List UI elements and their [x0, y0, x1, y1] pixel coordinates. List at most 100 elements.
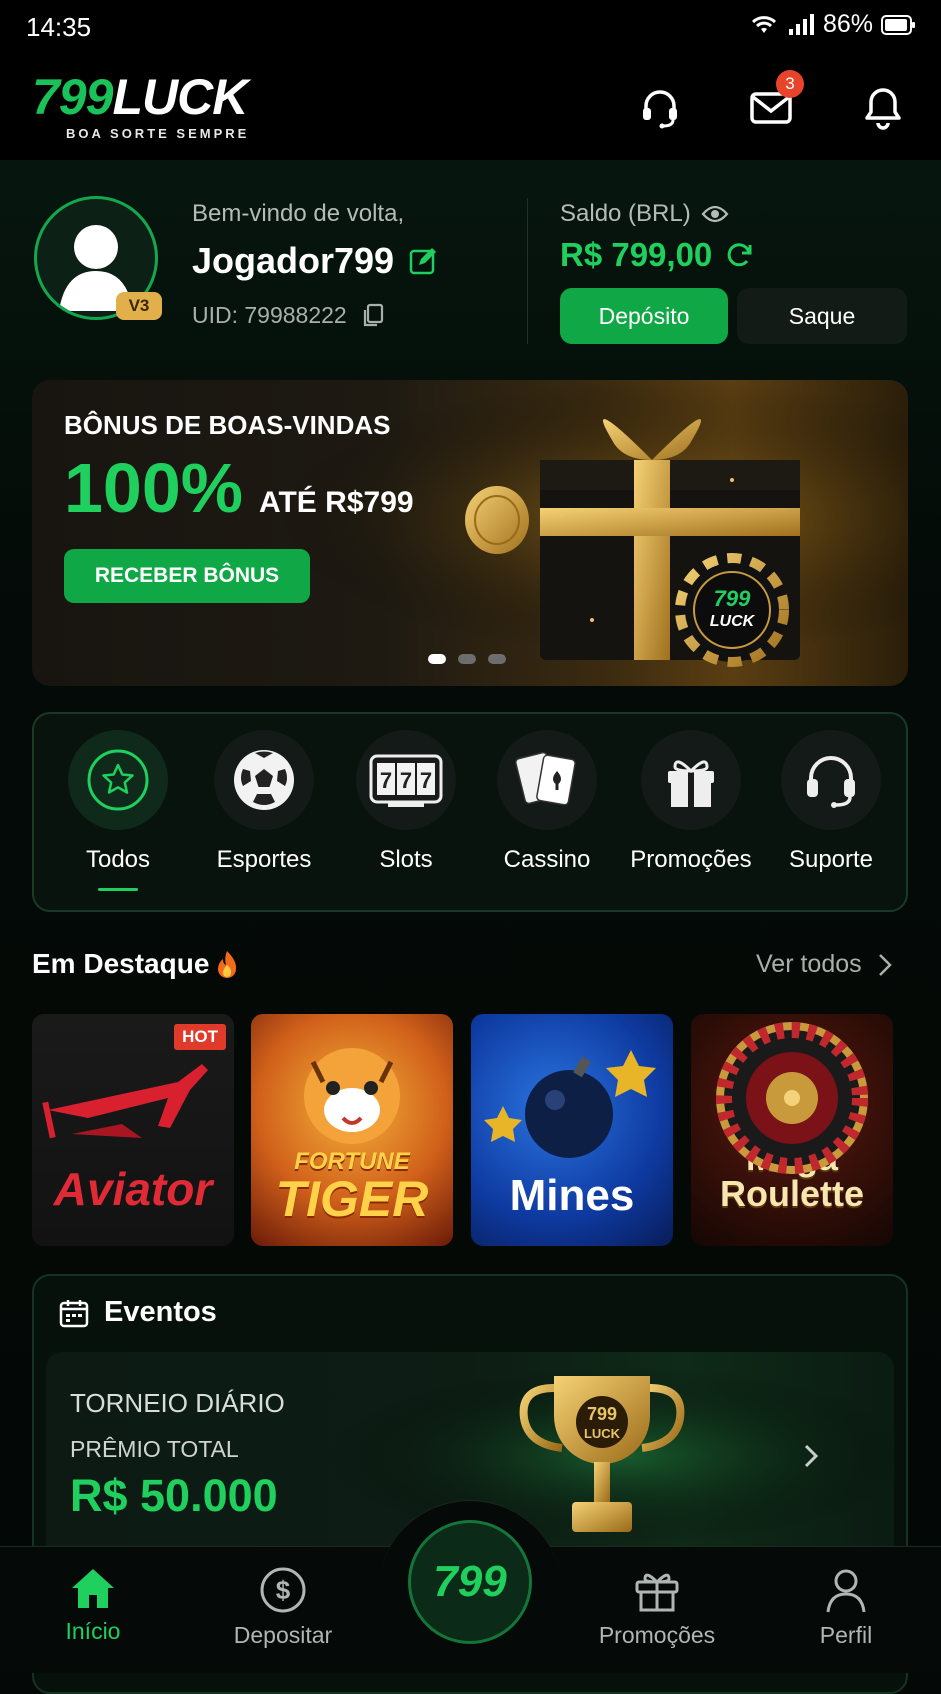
category-slots[interactable]: 777 Slots [336, 730, 476, 874]
roulette-wheel-icon [716, 1022, 868, 1174]
category-todos[interactable]: Todos [48, 730, 188, 874]
status-time: 14:35 [26, 12, 92, 42]
status-bar: 14:35 86% [0, 0, 941, 52]
hot-badge: HOT [174, 1024, 226, 1050]
refresh-icon[interactable] [724, 240, 754, 270]
app-header: 799LUCK BOA SORTE SEMPRE 3 [0, 52, 941, 160]
chip-text-2: LUCK [710, 613, 756, 630]
nav-item-inicio[interactable]: Início [18, 1566, 168, 1645]
see-all-label: Ver todos [756, 950, 862, 978]
battery-icon [881, 14, 915, 35]
balance-label-row: Saldo (BRL) [560, 200, 729, 228]
logo-tagline: BOA SORTE SEMPRE [66, 126, 250, 141]
balance-value-row: R$ 799,00 [560, 236, 754, 274]
signal-icon [788, 13, 814, 35]
logo-part1: 799 [32, 69, 113, 125]
deposit-button[interactable]: Depósito [560, 288, 728, 344]
nav-center-label: 799 [433, 1557, 507, 1606]
soccer-ball-icon [214, 730, 314, 830]
brand-logo[interactable]: 799LUCK BOA SORTE SEMPRE [32, 72, 249, 141]
nav-label: Promoções [598, 1622, 716, 1648]
category-suporte[interactable]: Suporte [761, 730, 901, 874]
category-active-indicator [98, 888, 138, 891]
uid-row: UID: 79988222 [192, 302, 385, 329]
mail-count-badge: 3 [776, 70, 804, 98]
category-label: Slots [379, 846, 433, 873]
bell-icon [865, 88, 901, 130]
tournament-title: TORNEIO DIÁRIO [70, 1388, 285, 1418]
headset-icon [643, 90, 677, 129]
profile-divider [527, 198, 528, 344]
game-card-fortune-tiger[interactable]: FORTUNE TIGER [251, 1014, 453, 1246]
svg-text:7: 7 [400, 768, 412, 793]
gift-icon [635, 1573, 679, 1612]
carousel-dot-active[interactable] [428, 654, 446, 664]
status-icons: 86% [749, 10, 917, 39]
bomb-and-stars-icon [484, 1050, 656, 1158]
category-label: Esportes [216, 846, 312, 873]
wifi-icon [751, 15, 776, 33]
uid-text: UID: 79988222 [192, 302, 347, 328]
notifications-button[interactable] [857, 82, 909, 134]
chevron-right-icon [878, 953, 892, 976]
events-title-row: Eventos [58, 1296, 217, 1329]
withdraw-button[interactable]: Saque [737, 288, 907, 344]
category-cassino[interactable]: Cassino [477, 730, 617, 874]
nav-item-promocoes[interactable]: Promoções [582, 1566, 732, 1649]
svg-text:7: 7 [380, 768, 392, 793]
banner-offer: 100% ATÉ R$799 [64, 452, 414, 524]
fire-icon [218, 951, 237, 978]
playing-cards-icon [497, 730, 597, 830]
slot-777-icon: 777 [356, 730, 456, 830]
banner-title: BÔNUS DE BOAS-VINDAS [64, 410, 391, 440]
user-icon [826, 1569, 866, 1613]
tiger-mascot-icon [304, 1048, 400, 1144]
game-card-mines[interactable]: Mines [471, 1014, 673, 1246]
messages-button[interactable]: 3 [746, 70, 804, 134]
svg-text:$: $ [276, 1575, 291, 1605]
prize-label: PRÊMIO TOTAL [70, 1436, 239, 1462]
nav-label: Início [65, 1618, 121, 1644]
copy-icon[interactable] [361, 303, 385, 329]
category-promocoes[interactable]: Promoções [621, 730, 761, 874]
nav-center-button[interactable]: 799 [408, 1520, 532, 1644]
calendar-icon [59, 1299, 89, 1327]
category-esportes[interactable]: Esportes [194, 730, 334, 874]
username-row: Jogador799 [192, 240, 438, 282]
see-all-link[interactable]: Ver todos [756, 950, 892, 979]
receive-bonus-button[interactable]: RECEBER BÔNUS [64, 549, 310, 603]
featured-title: Em Destaque [32, 948, 210, 979]
carousel-dot[interactable] [488, 654, 506, 664]
star-icon [68, 730, 168, 830]
game-card-aviator[interactable]: HOT Aviator [32, 1014, 234, 1246]
headset-icon [781, 730, 881, 830]
nav-label: Perfil [819, 1622, 873, 1648]
banner-percent: 100% [64, 449, 244, 527]
welcome-text: Bem-vindo de volta, [192, 200, 405, 227]
carousel-dot[interactable] [458, 654, 476, 664]
home-icon [72, 1569, 114, 1608]
balance-label: Saldo (BRL) [560, 200, 691, 227]
banner-upto: ATÉ R$799 [259, 486, 414, 519]
nav-item-depositar[interactable]: $ Depositar [208, 1566, 358, 1649]
prize-value: R$ 50.000 [70, 1470, 278, 1521]
svg-text:7: 7 [420, 768, 432, 793]
edit-icon[interactable] [408, 246, 438, 276]
vip-level-badge: V3 [116, 292, 162, 320]
carousel-dots [428, 654, 506, 664]
featured-title-row: Em Destaque [32, 948, 239, 980]
balance-value: R$ 799,00 [560, 236, 713, 273]
events-title: Eventos [104, 1296, 217, 1328]
trophy-text-2: LUCK [584, 1426, 621, 1441]
eye-icon[interactable] [701, 204, 729, 224]
game-card-mega-roulette[interactable]: Mega Roulette [691, 1014, 893, 1246]
gift-icon [641, 730, 741, 830]
category-label: Suporte [788, 846, 874, 873]
username: Jogador799 [192, 240, 395, 281]
support-button[interactable] [634, 82, 686, 134]
chip-text-1: 799 [714, 586, 751, 611]
trophy-text-1: 799 [587, 1404, 617, 1424]
nav-item-perfil[interactable]: Perfil [771, 1566, 921, 1649]
category-label: Cassino [503, 846, 591, 873]
category-label: Todos [85, 846, 151, 873]
